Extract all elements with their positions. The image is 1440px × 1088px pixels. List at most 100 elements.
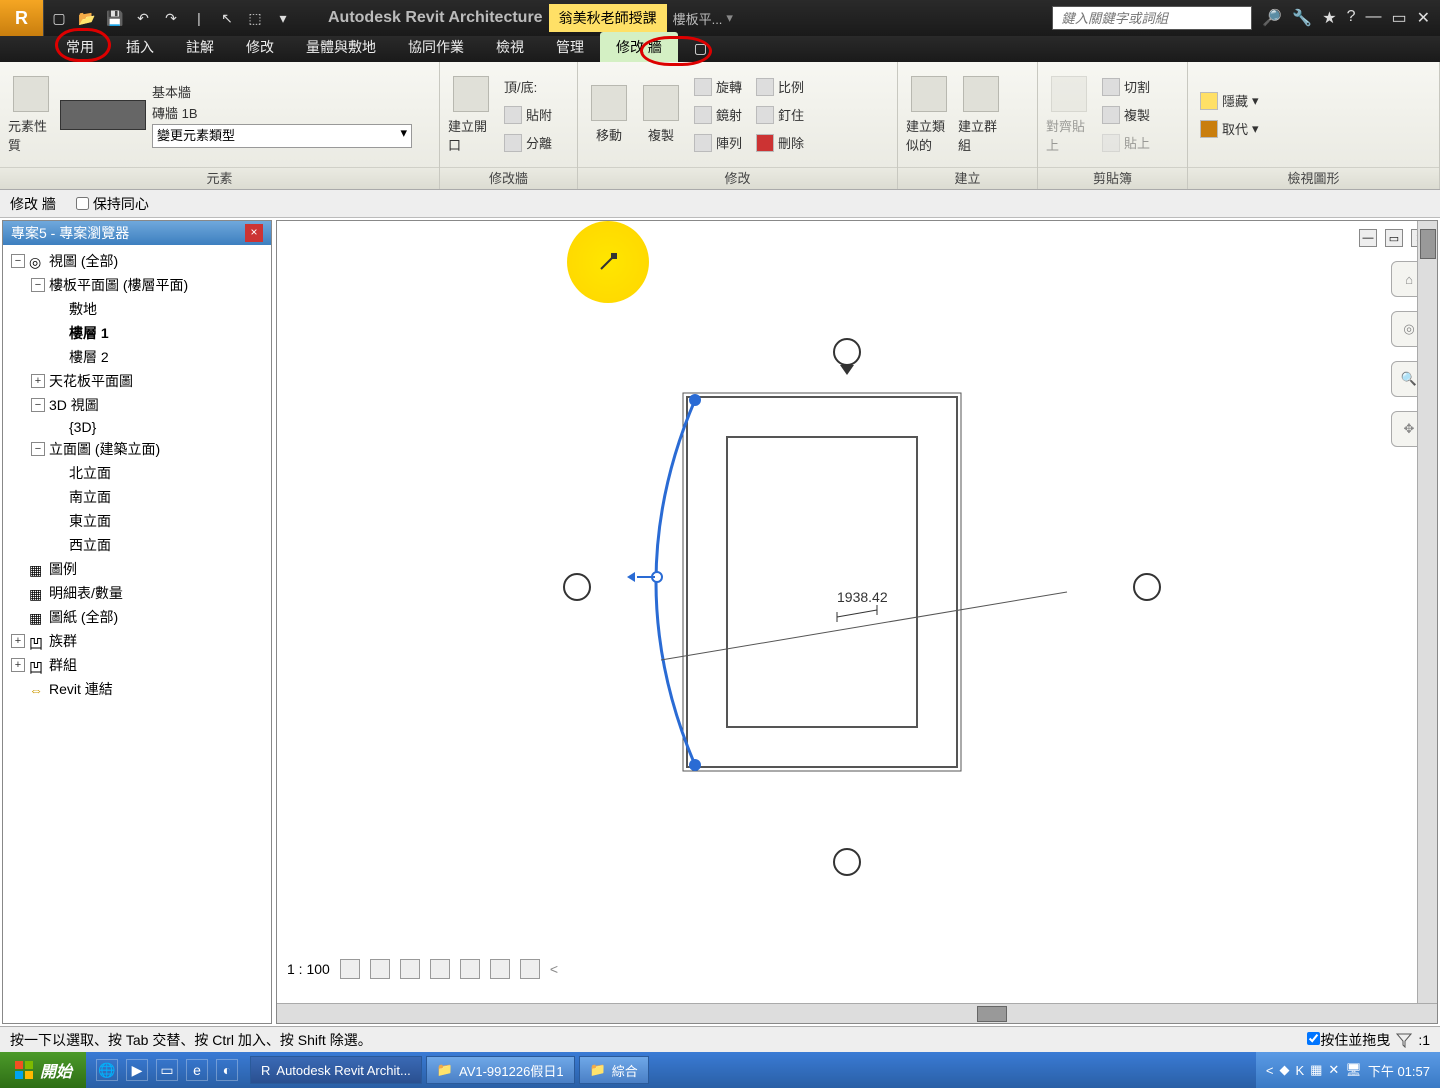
tab-extra-icon[interactable]: ▢ [678,35,723,62]
create-group-button[interactable]: 建立群組 [958,75,1004,155]
browser-tree[interactable]: −◎視圖 (全部) −樓板平面圖 (樓層平面) 敷地 樓層 1 樓層 2 +天花… [3,245,271,1023]
maximize-button[interactable]: ▭ [1391,8,1406,28]
tree-site[interactable]: 敷地 [69,299,97,319]
move-button[interactable]: 移動 [586,75,632,155]
minimize-button[interactable]: — [1365,8,1381,28]
tab-modify[interactable]: 修改 [230,32,290,62]
start-button[interactable]: 開始 [0,1052,86,1088]
concentric-checkbox[interactable]: 保持同心 [76,194,149,214]
cut-button[interactable]: 切割 [1098,74,1154,100]
type-swatch[interactable] [60,100,146,130]
ql-browser-icon[interactable]: 🌐 [96,1059,118,1081]
element-properties-button[interactable]: 元素性質 [8,75,54,155]
expand-icon[interactable]: + [31,374,45,388]
save-icon[interactable]: 💾 [106,9,124,27]
vertical-scrollbar[interactable] [1417,221,1437,1003]
browser-close-button[interactable]: × [245,224,263,242]
wrench-icon[interactable]: 🔧 [1292,8,1312,28]
tree-links[interactable]: Revit 連結 [49,679,113,699]
collapse-icon[interactable]: − [31,398,45,412]
tree-elev-west[interactable]: 西立面 [69,535,111,555]
tree-elev-north[interactable]: 北立面 [69,463,111,483]
tree-elev-east[interactable]: 東立面 [69,511,111,531]
redo-icon[interactable]: ↷ [162,9,180,27]
collapse-icon[interactable]: − [11,254,25,268]
tree-schedules[interactable]: 明細表/數量 [49,583,123,603]
copy-button[interactable]: 複製 [638,75,684,155]
tree-floor-plans[interactable]: 樓板平面圖 (樓層平面) [49,275,188,295]
tree-level1[interactable]: 樓層 1 [69,323,109,343]
view-scale[interactable]: 1 : 100 [287,961,330,977]
type-selector[interactable]: 變更元素類型 ▾ [152,124,412,148]
ql-app-icon[interactable]: ◐ [216,1059,238,1081]
filter-icon[interactable] [1396,1032,1412,1048]
tray-icon[interactable]: ▦ [1310,1062,1322,1078]
align-paste-button[interactable]: 對齊貼上 [1046,75,1092,155]
hide-isolate-icon[interactable] [520,959,540,979]
hide-button[interactable]: 隱藏 ▾ [1196,88,1263,114]
elevation-marker-north[interactable] [834,339,860,375]
crop-region-icon[interactable] [490,959,510,979]
tray-icon[interactable]: ◆ [1279,1062,1289,1078]
shadows-icon[interactable] [430,959,450,979]
clipboard-copy-button[interactable]: 複製 [1098,102,1154,128]
sun-path-icon[interactable] [400,959,420,979]
horizontal-scrollbar[interactable] [277,1003,1437,1023]
press-drag-checkbox[interactable]: 按住並拖曳 [1307,1030,1390,1050]
detail-level-icon[interactable] [340,959,360,979]
tree-level2[interactable]: 樓層 2 [69,347,109,367]
override-button[interactable]: 取代 ▾ [1196,116,1263,142]
tray-icon[interactable]: 🖥 [1345,1062,1362,1078]
tree-families[interactable]: 族群 [49,631,77,651]
collapse-icon[interactable]: − [31,278,45,292]
visual-style-icon[interactable] [370,959,390,979]
rotate-button[interactable]: 旋轉 [690,74,746,100]
tree-sheets[interactable]: 圖紙 (全部) [49,607,118,627]
delete-button[interactable]: 刪除 [752,130,808,156]
mirror-button[interactable]: 鏡射 [690,102,746,128]
elevation-marker-south[interactable] [834,849,860,875]
search-input[interactable] [1052,6,1252,30]
close-button[interactable]: ✕ [1417,8,1430,28]
scale-button[interactable]: 比例 [752,74,808,100]
tray-icon[interactable]: K [1295,1063,1304,1078]
binoculars-icon[interactable]: 🔎 [1262,8,1282,28]
tab-annotate[interactable]: 註解 [170,32,230,62]
tab-view[interactable]: 檢視 [480,32,540,62]
tree-3d-views[interactable]: 3D 視圖 [49,395,99,415]
pointer-icon[interactable]: ↖ [218,9,236,27]
ql-ie-icon[interactable]: e [186,1059,208,1081]
tray-expand-icon[interactable]: < [1266,1063,1274,1078]
ql-desktop-icon[interactable]: ▭ [156,1059,178,1081]
open-icon[interactable]: 📂 [78,9,96,27]
doc-dropdown-icon[interactable]: ▾ [726,10,733,26]
3d-icon[interactable]: ⬚ [246,9,264,27]
app-menu-button[interactable]: R [0,0,44,36]
tab-manage[interactable]: 管理 [540,32,600,62]
elevation-marker-east[interactable] [1134,574,1160,600]
tree-3d-item[interactable]: {3D} [69,419,96,435]
expand-icon[interactable]: + [11,658,25,672]
star-icon[interactable]: ★ [1322,8,1336,28]
tab-insert[interactable]: 插入 [110,32,170,62]
tree-views-root[interactable]: 視圖 (全部) [49,251,118,271]
new-icon[interactable]: ▢ [50,9,68,27]
canvas[interactable]: 1938.42 1 : 100 < [277,221,1437,1003]
help-icon[interactable]: ? [1347,8,1356,28]
expand-icon[interactable]: + [11,634,25,648]
qat-dropdown-icon[interactable]: ▾ [274,9,292,27]
tray-clock[interactable]: 下午 01:57 [1368,1061,1430,1080]
crop-icon[interactable] [460,959,480,979]
elevation-marker-west[interactable] [564,574,590,600]
detach-button[interactable]: 分離 [500,130,556,156]
tree-ceiling[interactable]: 天花板平面圖 [49,371,133,391]
ql-media-icon[interactable]: ▶ [126,1059,148,1081]
create-opening-button[interactable]: 建立開口 [448,75,494,155]
tree-legends[interactable]: 圖例 [49,559,77,579]
pin-button[interactable]: 釘住 [752,102,808,128]
create-similar-button[interactable]: 建立類似的 [906,75,952,155]
array-button[interactable]: 陣列 [690,130,746,156]
tree-elevations[interactable]: 立面圖 (建築立面) [49,439,160,459]
dimension-text[interactable]: 1938.42 [837,589,888,605]
undo-icon[interactable]: ↶ [134,9,152,27]
